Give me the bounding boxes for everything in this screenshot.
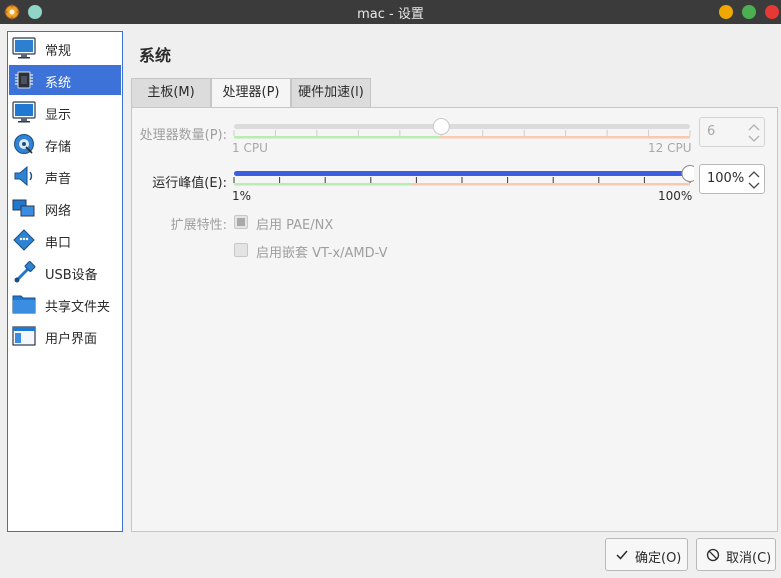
slider-fill — [234, 171, 690, 176]
cpu-count-value: 6 — [707, 124, 716, 139]
minimize-button[interactable] — [719, 5, 733, 19]
usb-icon — [14, 261, 36, 283]
cpu-count-spinbox[interactable]: 6 — [699, 117, 765, 147]
execution-cap-spinbox[interactable]: 100% — [699, 164, 765, 194]
chevron-down-icon[interactable] — [747, 180, 761, 192]
execution-cap-min-label: 1% — [232, 189, 252, 203]
sidebar-item-display[interactable]: 显示 — [9, 97, 121, 127]
folder-icon — [12, 295, 36, 314]
slider-good-zone — [234, 183, 412, 186]
chevron-up-icon[interactable] — [747, 121, 761, 133]
cancel-button[interactable]: 取消(C) — [696, 538, 776, 571]
pae-nx-label: 启用 PAE/NX — [256, 218, 334, 233]
slider-good-zone — [234, 136, 440, 139]
serial-port-icon — [13, 229, 35, 251]
cancel-icon — [706, 548, 720, 562]
ok-button[interactable]: 确定(O) — [605, 538, 688, 571]
sidebar-item-label: 声音 — [45, 172, 72, 187]
sidebar-item-label: 网络 — [45, 204, 72, 219]
sidebar-item-label: USB设备 — [45, 268, 98, 283]
maximize-button[interactable] — [742, 5, 756, 19]
checkmark-icon — [616, 550, 628, 560]
speaker-icon — [14, 165, 33, 187]
sidebar-item-label: 用户界面 — [45, 332, 98, 347]
close-window-button[interactable] — [765, 5, 779, 19]
sidebar-item-label: 常规 — [45, 44, 72, 59]
sidebar-item-usb[interactable]: USB设备 — [9, 257, 121, 287]
chevron-up-icon[interactable] — [747, 168, 761, 180]
sidebar-item-shared-folders[interactable]: 共享文件夹 — [9, 289, 121, 319]
cpu-count-label: 处理器数量(P): — [139, 128, 227, 143]
cancel-button-label: 取消(C) — [726, 551, 772, 566]
sidebar-item-network[interactable]: 网络 — [9, 193, 121, 223]
sidebar-item-user-interface[interactable]: 用户界面 — [9, 321, 121, 351]
slider-warn-zone — [439, 136, 690, 139]
chip-icon — [15, 71, 33, 89]
pae-nx-checkbox[interactable] — [234, 215, 248, 229]
execution-cap-value: 100% — [707, 171, 745, 186]
tab-acceleration[interactable]: 硬件加速(l) — [291, 78, 371, 107]
cpu-count-min-label: 1 CPU — [232, 141, 268, 155]
slider-handle — [681, 165, 694, 182]
tab-processor[interactable]: 处理器(P) — [211, 78, 291, 109]
nested-vtx-checkbox[interactable] — [234, 243, 248, 257]
cpu-count-slider[interactable] — [230, 114, 694, 142]
window-ui-icon — [12, 326, 36, 346]
ok-button-label: 确定(O) — [635, 551, 682, 566]
sidebar-item-label: 串口 — [45, 236, 72, 251]
slider-warn-zone — [411, 183, 690, 186]
execution-cap-max-label: 100% — [658, 189, 693, 203]
slider-handle — [432, 118, 450, 135]
sidebar-item-label: 共享文件夹 — [45, 300, 111, 315]
sidebar-item-system[interactable]: 系统 — [9, 65, 121, 95]
execution-cap-label: 运行峰值(E): — [152, 176, 227, 191]
sidebar-item-label: 存储 — [45, 140, 72, 155]
nested-vtx-label: 启用嵌套 VT-x/AMD-V — [256, 246, 388, 261]
sidebar-item-audio[interactable]: 声音 — [9, 161, 121, 191]
tab-motherboard[interactable]: 主板(M) — [131, 78, 211, 107]
slider-groove — [234, 124, 690, 129]
cpu-count-max-label: 12 CPU — [648, 141, 692, 155]
sidebar-item-label: 系统 — [45, 76, 72, 91]
sidebar-item-general[interactable]: 常规 — [9, 33, 121, 63]
display-monitor-icon — [12, 101, 36, 123]
general-monitor-icon — [12, 37, 36, 59]
disk-icon — [14, 134, 34, 154]
page-title: 系统 — [139, 46, 172, 65]
extended-features-label: 扩展特性: — [170, 218, 227, 233]
settings-sidebar: 常规 系统 显示 存储 声音 网络 串口 USB设备 共享文件夹 用户界面 — [7, 31, 123, 532]
network-icon — [12, 199, 35, 217]
execution-cap-slider[interactable] — [230, 161, 694, 189]
sidebar-item-serial[interactable]: 串口 — [9, 225, 121, 255]
sidebar-item-storage[interactable]: 存储 — [9, 129, 121, 159]
sidebar-item-label: 显示 — [45, 108, 72, 123]
window-title: mac - 设置 — [357, 7, 424, 22]
title-bar: mac - 设置 — [0, 0, 781, 24]
chevron-down-icon[interactable] — [747, 133, 761, 145]
